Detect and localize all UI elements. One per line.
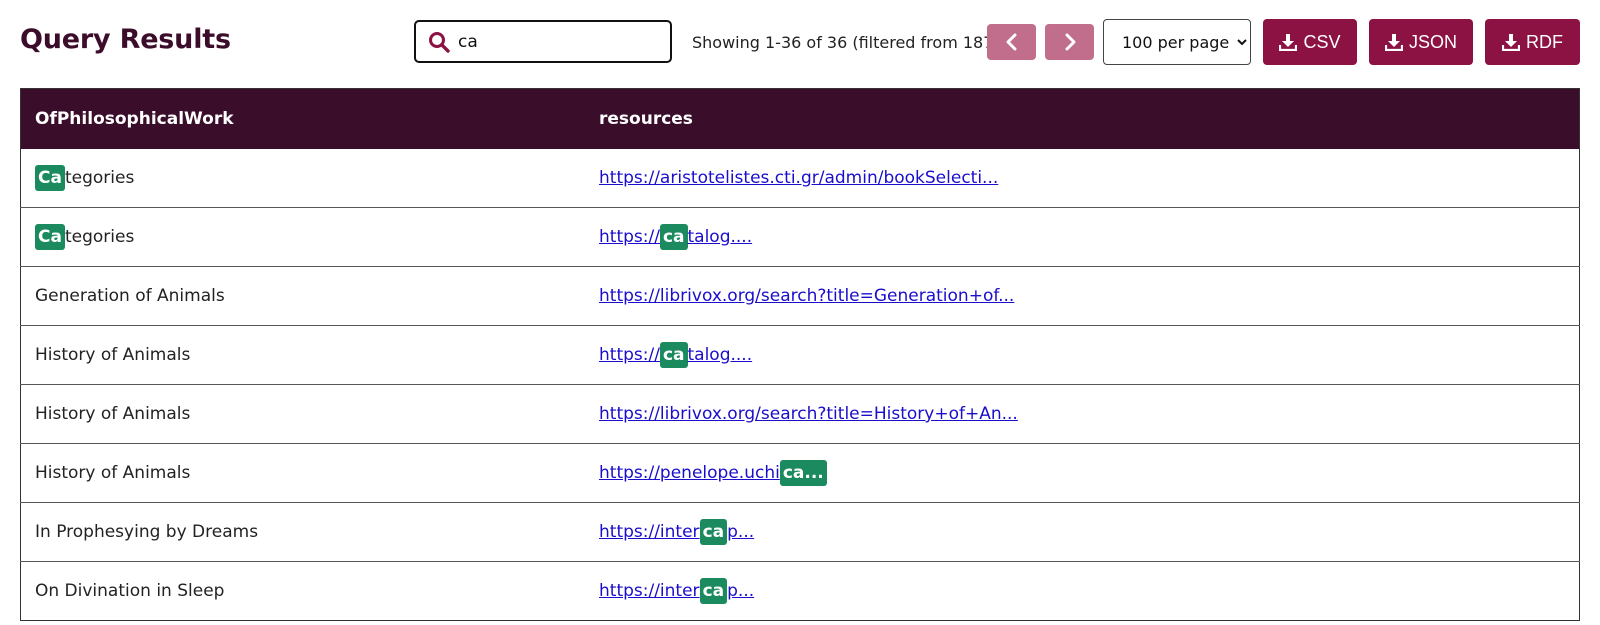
resource-text: https://inter	[599, 580, 700, 601]
search-match-highlight: ca	[699, 577, 728, 605]
work-text: History of Animals	[35, 345, 191, 365]
resource-text: p...	[727, 521, 755, 542]
work-cell: History of Animals	[21, 385, 586, 444]
resource-text: https://	[599, 226, 660, 247]
resource-text: talog....	[687, 344, 753, 365]
table-row: History of Animals https://librivox.org/s…	[20, 384, 1580, 444]
download-rdf-label: RDF	[1526, 31, 1563, 52]
results-count-text: Showing 1-36 of 36 (filtered from 187)	[692, 33, 1000, 52]
download-json-button[interactable]: JSON	[1369, 19, 1473, 65]
work-cell: History of Animals	[21, 444, 586, 503]
work-cell: History of Animals	[21, 326, 586, 385]
resource-text: https://penelope.uchi	[599, 462, 780, 483]
resource-cell: https://librivox.org/search?title=Genera…	[585, 267, 1580, 326]
work-cell: Generation of Animals	[21, 267, 586, 326]
resource-link[interactable]: https://aristotelistes.cti.gr/admin/book…	[599, 168, 998, 188]
resource-link[interactable]: https://ca talog....	[599, 223, 753, 251]
resource-text: https://inter	[599, 521, 700, 542]
work-text: Generation of Animals	[35, 286, 225, 306]
chevron-right-icon	[1062, 33, 1078, 51]
download-csv-button[interactable]: CSV	[1263, 19, 1357, 65]
resource-text: https://	[599, 344, 660, 365]
resource-cell: https://penelope.uchi ca...	[585, 444, 1580, 503]
table-row: Generation of Animals https://librivox.or…	[20, 266, 1580, 326]
resource-text: p...	[727, 580, 755, 601]
work-cell: On Divination in Sleep	[21, 562, 586, 621]
search-match-highlight: ca	[699, 518, 728, 546]
work-text: In Prophesying by Dreams	[35, 522, 259, 542]
page-title: Query Results	[20, 24, 231, 55]
table-body: Ca tegories https://aristotelistes.cti.gr/…	[20, 149, 1580, 621]
work-cell: In Prophesying by Dreams	[21, 503, 586, 562]
query-results-page: Query Results Showing 1-36 of 36 (filter…	[0, 0, 1600, 625]
download-icon	[1279, 33, 1298, 52]
table-row: In Prophesying by Dreams https://inter ca p…	[20, 502, 1580, 562]
per-page-select[interactable]: 100 per page	[1103, 19, 1251, 65]
resource-text: talog....	[687, 226, 753, 247]
download-json-label: JSON	[1408, 31, 1457, 52]
table-row: History of Animals https://ca talog....	[20, 325, 1580, 385]
chevron-left-icon	[1004, 33, 1020, 51]
results-table: OfPhilosophicalWork resources Ca tegories…	[20, 88, 1580, 621]
resource-cell: https://inter ca p...	[585, 503, 1580, 562]
resource-link[interactable]: https://librivox.org/search?title=Genera…	[599, 286, 1014, 306]
work-text: History of Animals	[35, 463, 191, 483]
search-icon	[428, 31, 450, 53]
resource-cell: https://inter ca p...	[585, 562, 1580, 621]
table-row: On Divination in Sleep https://inter ca p..…	[20, 561, 1580, 621]
resource-link[interactable]: https://penelope.uchi ca...	[599, 459, 827, 487]
download-rdf-button[interactable]: RDF	[1485, 19, 1580, 65]
resource-cell: https://ca talog....	[585, 208, 1580, 267]
resource-link[interactable]: https://librivox.org/search?title=Histor…	[599, 404, 1018, 424]
resource-link[interactable]: https://inter ca p...	[599, 518, 755, 546]
resource-text: https://librivox.org/search?title=Histor…	[599, 404, 1018, 424]
resource-cell: https://ca talog....	[585, 326, 1580, 385]
search-match-highlight: ca...	[779, 459, 827, 487]
table-header: OfPhilosophicalWork resources	[20, 88, 1580, 149]
resource-cell: https://aristotelistes.cti.gr/admin/book…	[585, 149, 1580, 208]
search-match-highlight: ca	[659, 341, 688, 369]
work-cell: Ca tegories	[21, 149, 586, 208]
resource-link[interactable]: https://inter ca p...	[599, 577, 755, 605]
work-text: tegories	[64, 167, 135, 188]
work-text: On Divination in Sleep	[35, 581, 225, 601]
work-cell: Ca tegories	[21, 208, 586, 267]
download-icon	[1384, 33, 1404, 52]
resource-cell: https://librivox.org/search?title=Histor…	[585, 385, 1580, 444]
download-icon	[1501, 33, 1521, 52]
table-row: History of Animals https://penelope.uchi c…	[20, 443, 1580, 503]
resource-text: https://librivox.org/search?title=Genera…	[599, 286, 1015, 306]
table-header-row: OfPhilosophicalWork resources	[20, 88, 1580, 149]
download-csv-label: CSV	[1303, 31, 1341, 52]
search-input[interactable]	[458, 31, 648, 52]
search-match-highlight: ca	[659, 223, 688, 251]
work-text: History of Animals	[35, 404, 191, 424]
work-text: tegories	[64, 226, 135, 247]
column-header-resources[interactable]: resources	[585, 89, 1580, 149]
next-page-button[interactable]	[1045, 24, 1094, 60]
resource-text: https://aristotelistes.cti.gr/admin/book…	[599, 167, 999, 188]
resource-link[interactable]: https://ca talog....	[599, 341, 753, 369]
table-row: Ca tegories https://ca talog....	[20, 207, 1580, 267]
search-match-highlight: Ca	[35, 164, 65, 191]
table-row: Ca tegories https://aristotelistes.cti.gr/…	[21, 149, 1580, 208]
search-match-highlight: Ca	[35, 223, 65, 251]
previous-page-button[interactable]	[987, 24, 1036, 60]
search-box[interactable]	[414, 20, 672, 63]
column-header-work[interactable]: OfPhilosophicalWork	[21, 89, 586, 149]
